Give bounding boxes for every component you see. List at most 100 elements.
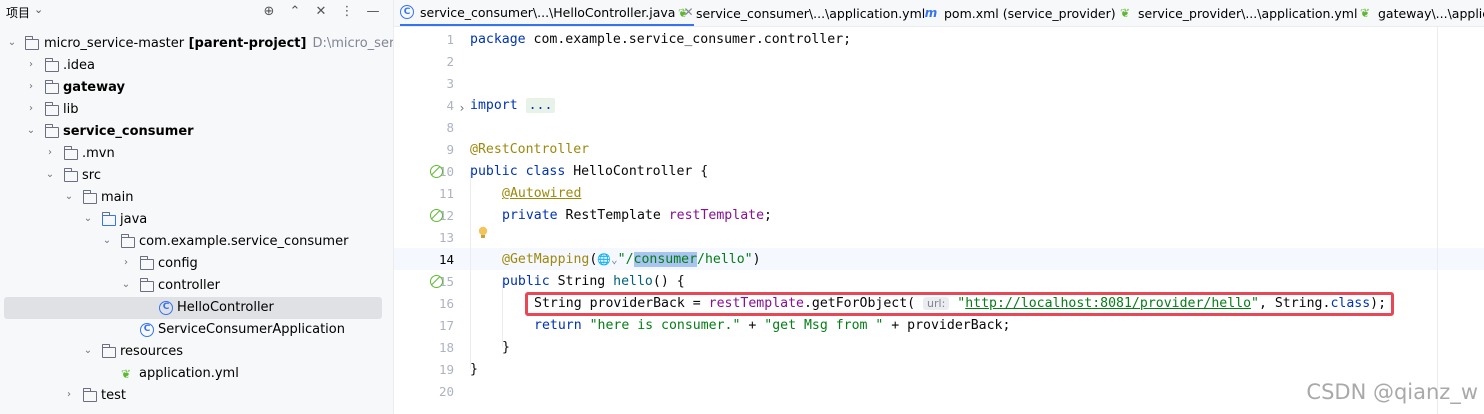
tab-label: service_provider\...\application.yml [1138, 5, 1358, 21]
tree-item-test[interactable]: › test [0, 385, 393, 407]
code-text: RestTemplate [557, 208, 669, 223]
indent-guide [470, 171, 471, 369]
tree-item-service-consumer[interactable]: ⌄ service_consumer [0, 121, 393, 143]
chevron-down-icon[interactable]: ⌄ [82, 213, 94, 224]
tree-item-config[interactable]: › config [0, 253, 393, 275]
tree-item-lib[interactable]: › lib [0, 99, 393, 121]
collapse-all-icon[interactable]: ✕ [312, 2, 330, 20]
code-keyword: package [470, 32, 526, 47]
folder-icon [45, 58, 59, 72]
tree-item-main[interactable]: ⌄ main [0, 187, 393, 209]
folded-imports[interactable]: ... [525, 98, 556, 113]
tree-item-controller[interactable]: ⌄ controller [0, 275, 393, 297]
tree-item-serviceconsumerapplication[interactable]: C ServiceConsumerApplication [0, 319, 393, 341]
module-folder-icon [45, 80, 59, 94]
code-text: com.example.service_consumer.controller; [525, 32, 852, 47]
yaml-icon: ❦ [677, 6, 689, 20]
code-text: + providerBack; [883, 318, 1011, 333]
chevron-down-icon[interactable]: ⌄ [6, 37, 18, 48]
chevron-right-icon[interactable]: › [25, 103, 37, 114]
tree-item-label: .mvn [82, 146, 115, 161]
globe-icon[interactable]: 🌐⌄ [597, 253, 617, 266]
highlight-annotation-box [525, 292, 1394, 316]
line-number: 16 [438, 296, 454, 311]
project-panel-title[interactable]: 项目 [6, 4, 30, 21]
expand-collapse-icon[interactable]: ⌃ [286, 2, 304, 20]
code-line-18: } [502, 340, 510, 355]
code-string-selected: consumer [633, 252, 698, 267]
tab-gateway-application-yml[interactable]: ❦ gateway\...\applica [1358, 0, 1484, 26]
code-text: + [740, 318, 765, 333]
tree-item-idea[interactable]: › .idea [0, 55, 393, 77]
fold-expand-icon[interactable]: › [456, 101, 468, 115]
tree-item-gateway[interactable]: › gateway [0, 77, 393, 99]
code-text: } [502, 340, 510, 355]
folder-icon [83, 388, 97, 402]
chevron-right-icon[interactable]: › [44, 147, 56, 158]
code-line-17: return "here is consumer." + "get Msg fr… [534, 318, 1010, 333]
chevron-right-icon[interactable]: › [63, 389, 75, 400]
code-keyword: class [525, 164, 566, 179]
spring-bean-icon[interactable] [430, 209, 443, 222]
tree-item-label: main [101, 190, 134, 205]
chevron-down-icon[interactable]: ⌄ [25, 125, 37, 136]
chevron-down-icon[interactable]: ⌄ [82, 345, 94, 356]
code-line-10: public class HelloController { [470, 164, 708, 179]
tab-hellocontroller[interactable]: C service_consumer\...\HelloController.j… [400, 0, 694, 26]
target-icon[interactable]: ⊕ [260, 2, 278, 20]
code-text: String [549, 274, 614, 289]
line-number: 9 [446, 142, 454, 157]
tree-item-package[interactable]: ⌄ com.example.service_consumer [0, 231, 393, 253]
project-panel: 项目 ⌄ ⊕ ⌃ ✕ ⋮ — ⌄ micro_service-master [p… [0, 0, 393, 414]
tree-item-src[interactable]: ⌄ src [0, 165, 393, 187]
spring-class-icon: C [140, 323, 154, 337]
code-editor[interactable]: 1 2 3 4 8 9 10 11 12 13 14 15 16 17 18 1… [394, 27, 1484, 414]
chevron-right-icon[interactable]: › [25, 59, 37, 70]
line-number: 20 [438, 384, 454, 399]
chevron-down-icon[interactable]: ⌄ [34, 3, 43, 16]
chevron-down-icon[interactable]: ⌄ [44, 169, 56, 180]
tree-item-label: application.yml [139, 366, 239, 381]
more-options-icon[interactable]: ⋮ [338, 2, 356, 20]
chevron-down-icon[interactable]: ⌄ [101, 235, 113, 246]
tab-consumer-application-yml[interactable]: ❦ service_consumer\...\application.yml [676, 0, 925, 26]
spring-bean-icon[interactable] [430, 165, 443, 178]
tree-item-hellocontroller[interactable]: C HelloController [4, 297, 382, 319]
code-line-15: public String hello() { [502, 274, 685, 289]
code-keyword: public [502, 274, 550, 289]
class-icon: C [400, 5, 414, 19]
code-string: "here is consumer." [581, 318, 741, 333]
tree-item-resources[interactable]: ⌄ resources [0, 341, 393, 363]
project-panel-header: 项目 ⌄ ⊕ ⌃ ✕ ⋮ — [0, 0, 393, 24]
spring-endpoint-icon[interactable] [430, 275, 443, 288]
hide-panel-icon[interactable]: — [364, 2, 382, 20]
tree-item-micro-service-master[interactable]: ⌄ micro_service-master [parent-project] D… [0, 33, 393, 55]
lightbulb-icon[interactable] [478, 226, 488, 240]
chevron-down-icon[interactable]: ⌄ [120, 279, 132, 290]
tree-item-mvn[interactable]: › .mvn [0, 143, 393, 165]
tree-item-label: test [101, 388, 126, 403]
line-number: 8 [446, 120, 454, 135]
line-number: 10 [438, 164, 454, 179]
right-margin-guide [1437, 27, 1438, 414]
chevron-down-icon[interactable]: ⌄ [63, 191, 75, 202]
code-method: hello [613, 274, 653, 289]
tree-item-label: gateway [63, 80, 125, 95]
package-icon [140, 256, 154, 270]
tree-item-java[interactable]: ⌄ java [0, 209, 393, 231]
package-icon [121, 234, 135, 248]
tab-label: gateway\...\applica [1378, 5, 1484, 21]
folder-icon [45, 102, 59, 116]
chevron-right-icon[interactable]: › [120, 257, 132, 268]
tab-provider-application-yml[interactable]: ❦ service_provider\...\application.yml [1118, 0, 1357, 26]
tab-pom-xml[interactable]: m pom.xml (service_provider) [924, 0, 1116, 26]
line-number: 18 [438, 340, 454, 355]
tree-item-application-yml[interactable]: ❦ application.yml [0, 363, 393, 385]
watermark: CSDN @qianz_w [1306, 380, 1478, 404]
chevron-right-icon[interactable]: › [25, 81, 37, 92]
folder-icon [64, 168, 78, 182]
tab-label: service_consumer\...\application.yml [696, 5, 926, 21]
code-text: ; [764, 208, 772, 223]
code-line-12: private RestTemplate restTemplate; [502, 208, 772, 223]
line-number: 4 [446, 98, 454, 113]
